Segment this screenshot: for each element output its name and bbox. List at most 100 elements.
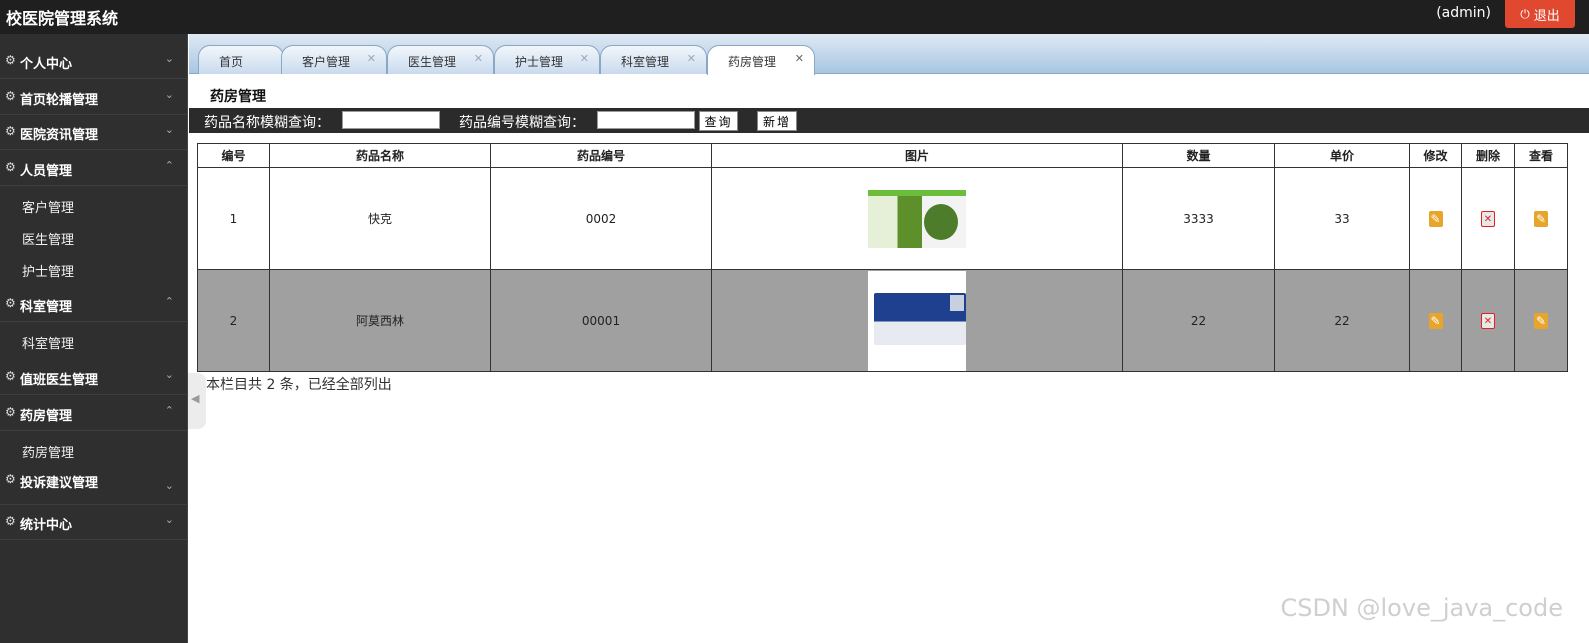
delete-icon[interactable]: ✕	[1481, 312, 1495, 329]
chevron-up-icon: ⌃	[164, 159, 174, 172]
gear-icon: ⚙	[5, 369, 16, 383]
sidebar-item-doctor[interactable]: 医生管理	[22, 229, 74, 248]
table-row: 1 快克 0002 3333 33 ✎ ✕ ✎	[197, 167, 1568, 270]
list-summary: 本栏目共 2 条，已经全部列出	[206, 377, 392, 393]
sidebar-item-customer[interactable]: 客户管理	[22, 197, 74, 216]
search-code-label: 药品编号模糊查询：	[459, 115, 585, 131]
cell-drug-code: 00001	[490, 269, 712, 372]
tab-home[interactable]: 首页	[198, 45, 284, 74]
sidebar-group-staff[interactable]: ⚙ 人员管理 ⌃	[0, 151, 188, 186]
sidebar-group-label: 投诉建议管理	[20, 476, 99, 491]
power-icon: ⏻	[1520, 6, 1530, 21]
tab-label: 护士管理	[515, 55, 564, 69]
cell-drug-name: 阿莫西林	[269, 269, 491, 372]
close-icon[interactable]: ✕	[795, 52, 804, 65]
sidebar-group-label: 药房管理	[20, 409, 73, 424]
search-bar: 药品名称模糊查询： 药品编号模糊查询： 查询 新增	[189, 108, 1589, 133]
query-button[interactable]: 查询	[699, 111, 738, 131]
sidebar-collapse-handle[interactable]: ◀	[188, 373, 206, 429]
chevron-up-icon: ⌃	[164, 295, 174, 308]
cell-edit: ✎	[1409, 269, 1462, 372]
drug-code-search-input[interactable]	[597, 111, 695, 129]
sidebar-group-statistics[interactable]: ⚙ 统计中心 ⌄	[0, 505, 188, 540]
column-header: 药品编号	[490, 143, 712, 168]
gear-icon: ⚙	[5, 53, 16, 67]
close-icon[interactable]: ✕	[687, 52, 696, 65]
current-user-label: (admin)	[1436, 5, 1491, 21]
gear-icon: ⚙	[5, 405, 16, 419]
close-icon[interactable]: ✕	[367, 52, 376, 65]
chevron-down-icon: ⌄	[164, 88, 174, 101]
cell-image	[711, 269, 1123, 372]
sidebar: ⚙ 个人中心 ⌄ ⚙ 首页轮播管理 ⌄ ⚙ 医院资讯管理 ⌄ ⚙ 人员管理 ⌃ …	[0, 34, 188, 643]
cell-id: 2	[197, 269, 270, 372]
tab-department[interactable]: 科室管理 ✕	[600, 45, 707, 74]
chevron-down-icon: ⌄	[164, 479, 174, 492]
sidebar-group-personal-center[interactable]: ⚙ 个人中心 ⌄	[0, 44, 188, 79]
cell-drug-code: 0002	[490, 167, 712, 270]
sidebar-group-carousel[interactable]: ⚙ 首页轮播管理 ⌄	[0, 80, 188, 115]
logout-label: 退出	[1533, 8, 1560, 24]
add-button[interactable]: 新增	[757, 111, 797, 131]
page-title: 药房管理	[210, 89, 266, 105]
chevron-down-icon: ⌄	[164, 52, 174, 65]
medicine-box-image	[868, 270, 966, 371]
cell-price: 33	[1274, 167, 1410, 270]
edit-icon[interactable]: ✎	[1428, 210, 1443, 227]
column-header: 单价	[1274, 143, 1410, 168]
sidebar-group-complaint[interactable]: ⚙ 投诉建议管理 ⌄	[0, 463, 188, 505]
delete-icon[interactable]: ✕	[1481, 210, 1495, 227]
tab-label: 科室管理	[621, 55, 670, 69]
cell-quantity: 22	[1122, 269, 1275, 372]
tab-doctor[interactable]: 医生管理 ✕	[387, 45, 494, 74]
chevron-down-icon: ⌄	[164, 368, 174, 381]
column-header: 图片	[711, 143, 1123, 168]
sidebar-group-duty-doctor[interactable]: ⚙ 值班医生管理 ⌄	[0, 360, 188, 395]
column-header: 删除	[1461, 143, 1515, 168]
tab-nurse[interactable]: 护士管理 ✕	[494, 45, 600, 74]
search-name-label: 药品名称模糊查询：	[204, 115, 330, 131]
cell-delete: ✕	[1461, 269, 1515, 372]
sidebar-group-label: 科室管理	[20, 300, 73, 315]
cell-price: 22	[1274, 269, 1410, 372]
view-icon[interactable]: ✎	[1534, 210, 1548, 227]
medicine-box-image	[868, 189, 966, 248]
sidebar-item-department[interactable]: 科室管理	[22, 333, 74, 352]
tab-label: 医生管理	[408, 55, 457, 69]
gear-icon: ⚙	[5, 160, 16, 174]
gear-icon: ⚙	[5, 89, 16, 103]
sidebar-group-label: 值班医生管理	[20, 373, 99, 388]
sidebar-item-nurse[interactable]: 护士管理	[22, 261, 74, 280]
cell-view: ✎	[1514, 269, 1568, 372]
pharmacy-table: 编号 药品名称 药品编号 图片 数量 单价 修改 删除 查看 1 快克 0002…	[197, 143, 1568, 372]
close-icon[interactable]: ✕	[580, 52, 589, 65]
sidebar-group-label: 首页轮播管理	[20, 93, 99, 108]
logout-button[interactable]: ⏻ 退出	[1505, 0, 1575, 28]
view-icon[interactable]: ✎	[1534, 312, 1548, 329]
cell-quantity: 3333	[1122, 167, 1275, 270]
cell-drug-name: 快克	[269, 167, 491, 270]
tab-bar: 首页 客户管理 ✕ 医生管理 ✕ 护士管理 ✕ 科室管理 ✕ 药房管理 ✕	[189, 34, 1589, 75]
sidebar-group-news[interactable]: ⚙ 医院资讯管理 ⌄	[0, 115, 188, 150]
sidebar-group-label: 人员管理	[20, 164, 73, 179]
tab-customer[interactable]: 客户管理 ✕	[281, 45, 387, 74]
chevron-down-icon: ⌄	[164, 123, 174, 136]
gear-icon: ⚙	[5, 124, 16, 138]
column-header: 查看	[1514, 143, 1568, 168]
close-icon[interactable]: ✕	[474, 52, 483, 65]
tab-label: 首页	[219, 55, 244, 69]
table-row: 2 阿莫西林 00001 22 22 ✎ ✕ ✎	[197, 269, 1568, 372]
gear-icon: ⚙	[5, 514, 16, 528]
column-header: 药品名称	[269, 143, 491, 168]
sidebar-item-pharmacy[interactable]: 药房管理	[22, 442, 74, 461]
sidebar-group-label: 统计中心	[20, 518, 73, 533]
sidebar-group-department[interactable]: ⚙ 科室管理 ⌃	[0, 287, 188, 322]
column-header: 数量	[1122, 143, 1275, 168]
tab-pharmacy[interactable]: 药房管理 ✕	[707, 45, 815, 75]
edit-icon[interactable]: ✎	[1428, 312, 1443, 329]
drug-name-search-input[interactable]	[342, 111, 440, 129]
app-title: 校医院管理系统	[6, 9, 119, 28]
gear-icon: ⚙	[5, 296, 16, 310]
sidebar-group-pharmacy[interactable]: ⚙ 药房管理 ⌃	[0, 396, 188, 431]
chevron-up-icon: ⌃	[164, 404, 174, 417]
